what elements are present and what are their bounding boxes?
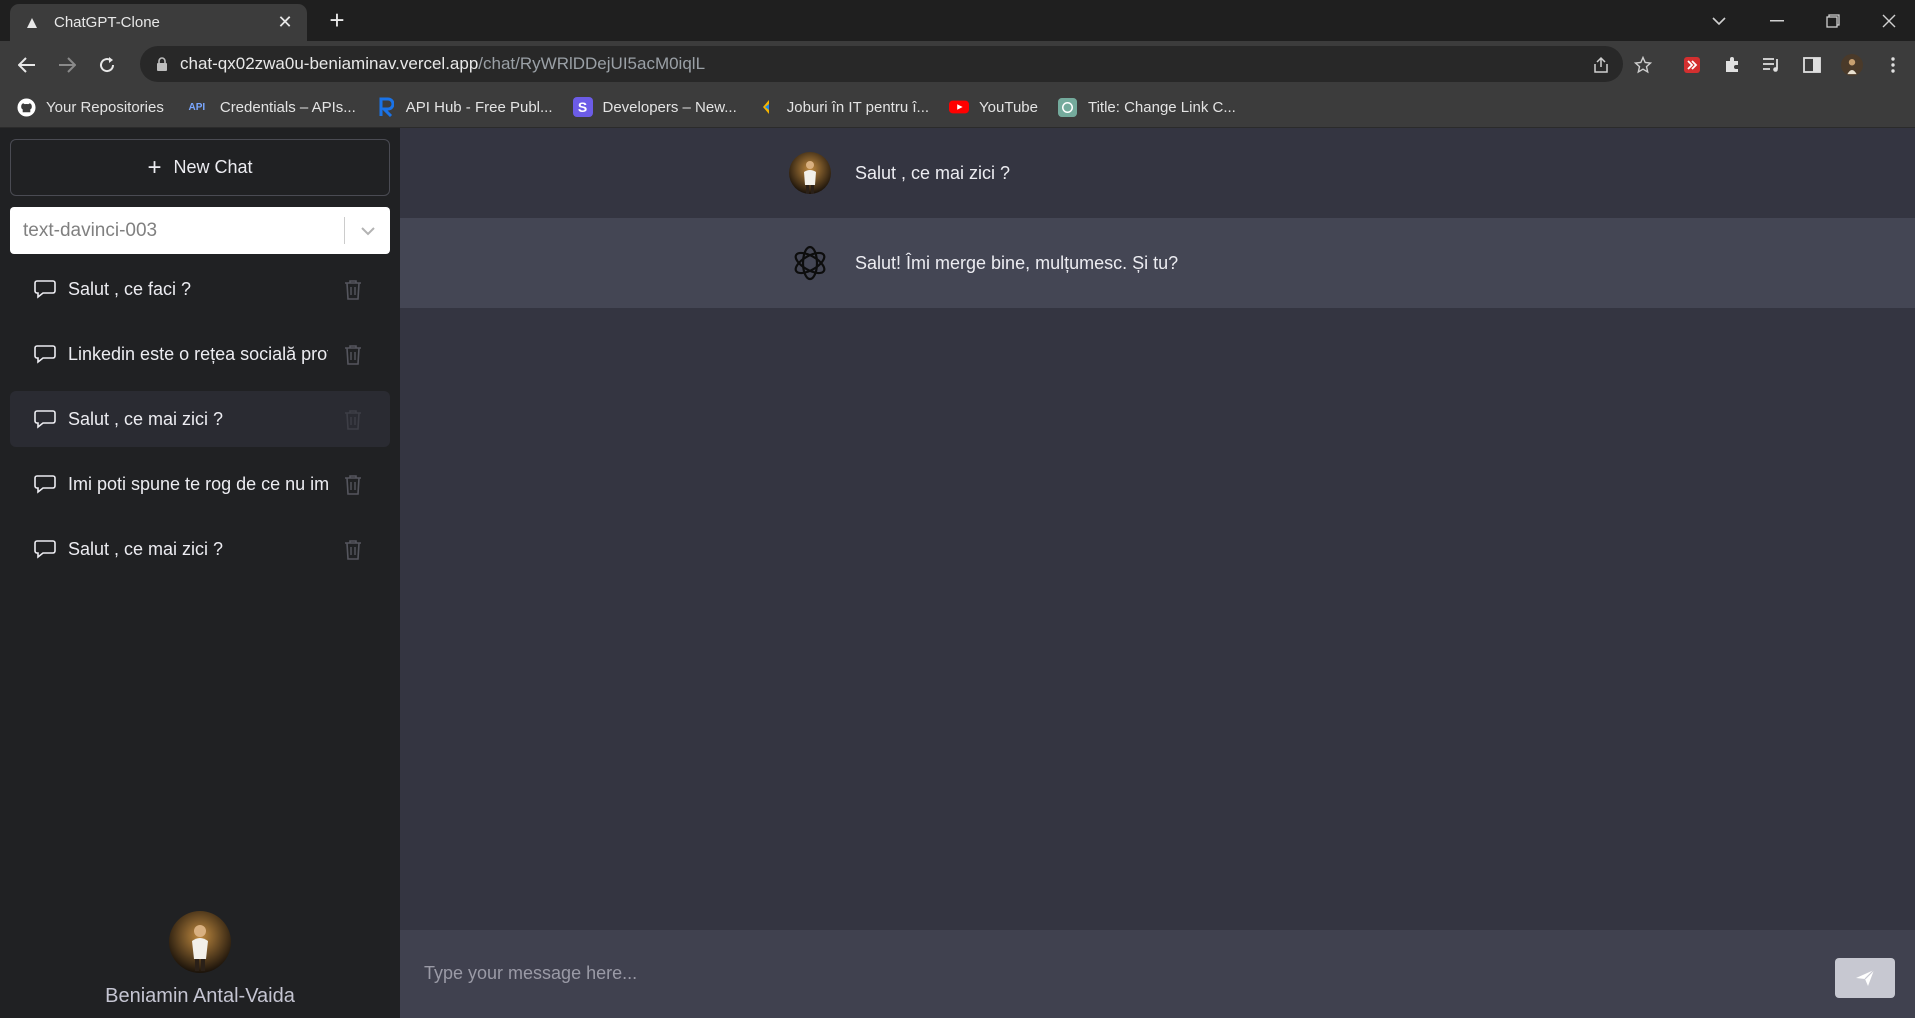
chat-bubble-icon (34, 342, 58, 366)
trash-icon[interactable] (344, 279, 364, 301)
youtube-icon (949, 97, 970, 117)
browser-menu-icon[interactable] (1882, 54, 1904, 76)
address-bar-row: chat-qx02zwa0u-beniaminav.vercel.app/cha… (0, 41, 1915, 87)
extensions-puzzle-icon[interactable] (1721, 54, 1743, 76)
close-tab-icon[interactable]: ✕ (275, 12, 295, 33)
chat-bubble-icon (34, 472, 58, 496)
bookmark-joburi[interactable]: Joburi în IT pentru î... (757, 97, 929, 117)
trash-icon[interactable] (344, 344, 364, 366)
rapidapi-icon (376, 97, 396, 117)
chat-history-item[interactable]: Salut , ce faci ? (10, 261, 390, 317)
model-select-value: text-davinci-003 (23, 219, 158, 241)
chat-history-label: Salut , ce mai zici ? (68, 408, 224, 429)
chat-history-item[interactable]: Imi poti spune te rog de ce nu imi (10, 456, 390, 512)
share-icon[interactable] (1590, 54, 1612, 76)
github-icon (16, 97, 36, 117)
extension-red-icon[interactable] (1681, 54, 1703, 76)
chat-history-label: Salut , ce mai zici ? (68, 538, 224, 559)
chat-history-item[interactable]: Linkedin este o rețea socială profe (10, 326, 390, 382)
media-queue-icon[interactable] (1761, 54, 1783, 76)
bookmark-your-repositories[interactable]: Your Repositories (16, 97, 164, 117)
back-icon[interactable] (13, 51, 41, 79)
close-window-icon[interactable] (1861, 0, 1915, 41)
browser-tab[interactable]: ChatGPT-Clone ✕ (10, 4, 307, 41)
trash-icon[interactable] (344, 409, 364, 431)
s-logo-icon: S (572, 97, 593, 117)
bookmarks-bar: Your Repositories API Credentials – APIs… (0, 87, 1915, 128)
bookmark-developers[interactable]: S Developers – New... (572, 97, 737, 117)
reload-icon[interactable] (93, 51, 121, 79)
send-button[interactable] (1835, 958, 1895, 998)
forward-icon[interactable] (53, 51, 81, 79)
composer (400, 930, 1915, 1018)
lock-icon (156, 57, 168, 71)
browser-tab-bar: ChatGPT-Clone ✕ + (0, 0, 1915, 41)
trash-icon[interactable] (344, 474, 364, 496)
profile-avatar-icon[interactable] (1841, 54, 1863, 76)
new-chat-button[interactable]: + New Chat (10, 139, 390, 196)
chat-main: Salut , ce mai zici ? Salut! Îmi merge b… (400, 128, 1915, 1018)
chevron-down-icon[interactable] (345, 226, 390, 236)
bookmark-star-icon[interactable] (1632, 54, 1654, 76)
new-chat-label: New Chat (173, 157, 253, 177)
user-name: Beniamin Antal-Vaida (105, 985, 295, 1007)
bookmark-title-change-link[interactable]: Title: Change Link C... (1058, 97, 1236, 117)
message-text: Salut! Îmi merge bine, mulțumesc. Și tu? (855, 252, 1179, 273)
user-message-avatar (789, 152, 831, 194)
user-message: Salut , ce mai zici ? (400, 128, 1915, 218)
message-input[interactable] (424, 954, 1524, 992)
bookmark-youtube[interactable]: YouTube (949, 97, 1038, 117)
send-icon (1855, 969, 1875, 987)
assistant-message: Salut! Îmi merge bine, mulțumesc. Și tu? (400, 218, 1915, 308)
chat-history-item-active[interactable]: Salut , ce mai zici ? (10, 391, 390, 447)
openai-logo-icon (789, 242, 831, 284)
tab-favicon-icon (24, 15, 40, 31)
sidebar: + New Chat text-davinci-003 Salut , ce f… (0, 128, 400, 1018)
plus-icon: + (147, 153, 162, 181)
jobs-icon (757, 97, 777, 117)
chat-bubble-icon (34, 407, 58, 431)
chat-history-list: Salut , ce faci ? Linkedin este o rețea … (10, 261, 390, 586)
chat-bubble-icon (34, 537, 58, 561)
bookmark-credentials-apis[interactable]: API Credentials – APIs... (184, 97, 356, 117)
chat-bubble-icon (34, 277, 58, 301)
url-host: chat-qx02zwa0u-beniaminav.vercel.app (180, 54, 479, 73)
message-text: Salut , ce mai zici ? (855, 162, 1011, 183)
trash-icon[interactable] (344, 539, 364, 561)
tab-title: ChatGPT-Clone (54, 14, 160, 31)
restore-icon[interactable] (1805, 0, 1861, 41)
chat-history-label: Salut , ce faci ? (68, 278, 192, 299)
api-icon: API (188, 101, 206, 113)
minimize-icon[interactable] (1749, 0, 1805, 41)
tab-search-icon[interactable] (1691, 0, 1747, 41)
user-avatar (169, 911, 231, 973)
url-path: /chat/RyWRlDDejUI5acM0iqlL (478, 54, 706, 73)
side-panel-icon[interactable] (1801, 54, 1823, 76)
model-select[interactable]: text-davinci-003 (10, 207, 390, 254)
new-tab-button[interactable]: + (322, 7, 352, 34)
chat-history-label: Imi poti spune te rog de ce nu imi (68, 473, 328, 494)
url-field[interactable]: chat-qx02zwa0u-beniaminav.vercel.app/cha… (140, 46, 1623, 82)
chat-history-item[interactable]: Salut , ce mai zici ? (10, 521, 390, 577)
bookmark-api-hub[interactable]: API Hub - Free Publ... (376, 97, 553, 117)
user-profile: Beniamin Antal-Vaida (0, 911, 400, 1008)
openai-icon (1058, 97, 1078, 117)
chat-history-label: Linkedin este o rețea socială profe (68, 343, 328, 364)
